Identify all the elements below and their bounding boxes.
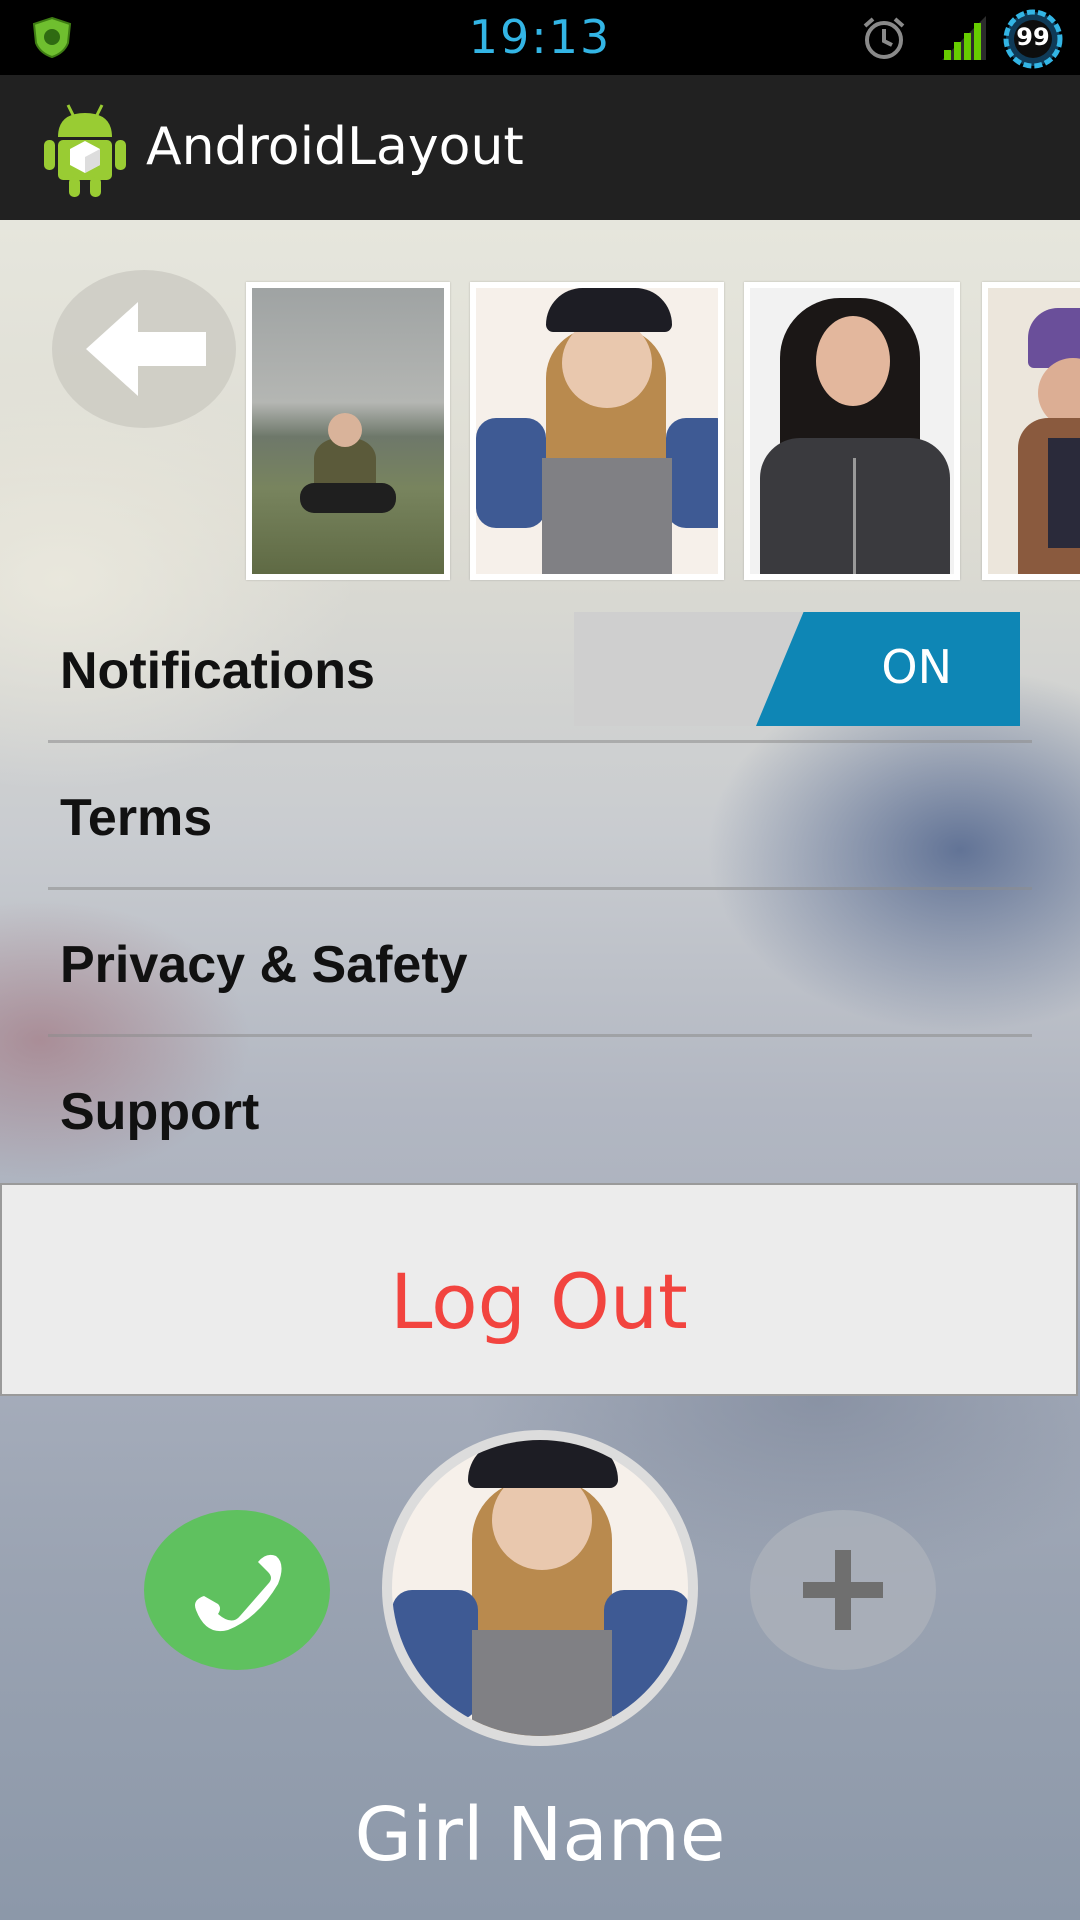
logout-button[interactable]: Log Out bbox=[0, 1183, 1078, 1396]
avatar-image bbox=[392, 1440, 688, 1736]
app-title: AndroidLayout bbox=[146, 117, 524, 177]
add-button[interactable] bbox=[750, 1510, 936, 1670]
avatar[interactable] bbox=[382, 1430, 698, 1746]
support-row[interactable]: Support bbox=[48, 1039, 1032, 1185]
signal-icon bbox=[942, 16, 986, 60]
status-time: 19:13 bbox=[468, 10, 612, 64]
terms-label: Terms bbox=[60, 789, 213, 847]
phone-icon bbox=[195, 1554, 282, 1632]
photo-thumbnail-3[interactable] bbox=[744, 282, 960, 580]
photo-1-image bbox=[252, 288, 444, 574]
notifications-label: Notifications bbox=[60, 642, 375, 700]
photo-3-image bbox=[750, 288, 954, 574]
divider bbox=[48, 1034, 1032, 1037]
profile-name: Girl Name bbox=[354, 1792, 726, 1878]
action-bar: AndroidLayout bbox=[0, 75, 1080, 220]
android-logo-icon[interactable] bbox=[40, 99, 130, 199]
toggle-on-label: ON bbox=[881, 640, 952, 694]
divider bbox=[48, 740, 1032, 743]
photo-thumbnail-4[interactable] bbox=[982, 282, 1080, 580]
photo-4-image bbox=[988, 288, 1080, 574]
battery-level: 99 bbox=[1016, 23, 1050, 51]
privacy-label: Privacy & Safety bbox=[60, 936, 468, 994]
terms-row[interactable]: Terms bbox=[48, 745, 1032, 891]
alarm-icon bbox=[863, 17, 905, 59]
call-button[interactable] bbox=[144, 1510, 330, 1670]
back-button[interactable] bbox=[52, 270, 236, 428]
plus-icon bbox=[803, 1550, 883, 1630]
divider bbox=[48, 887, 1032, 890]
battery-icon: 99 bbox=[1002, 8, 1064, 70]
logout-label: Log Out bbox=[390, 1257, 688, 1346]
status-bar: 19:13 99 bbox=[0, 0, 1080, 75]
photo-thumbnail-1[interactable] bbox=[246, 282, 450, 580]
notifications-toggle[interactable]: ON bbox=[574, 612, 1020, 726]
photo-thumbnail-2[interactable] bbox=[470, 282, 724, 580]
support-label: Support bbox=[60, 1083, 260, 1141]
photo-2-image bbox=[476, 288, 718, 574]
arrow-left-icon bbox=[86, 302, 206, 396]
privacy-row[interactable]: Privacy & Safety bbox=[48, 892, 1032, 1038]
